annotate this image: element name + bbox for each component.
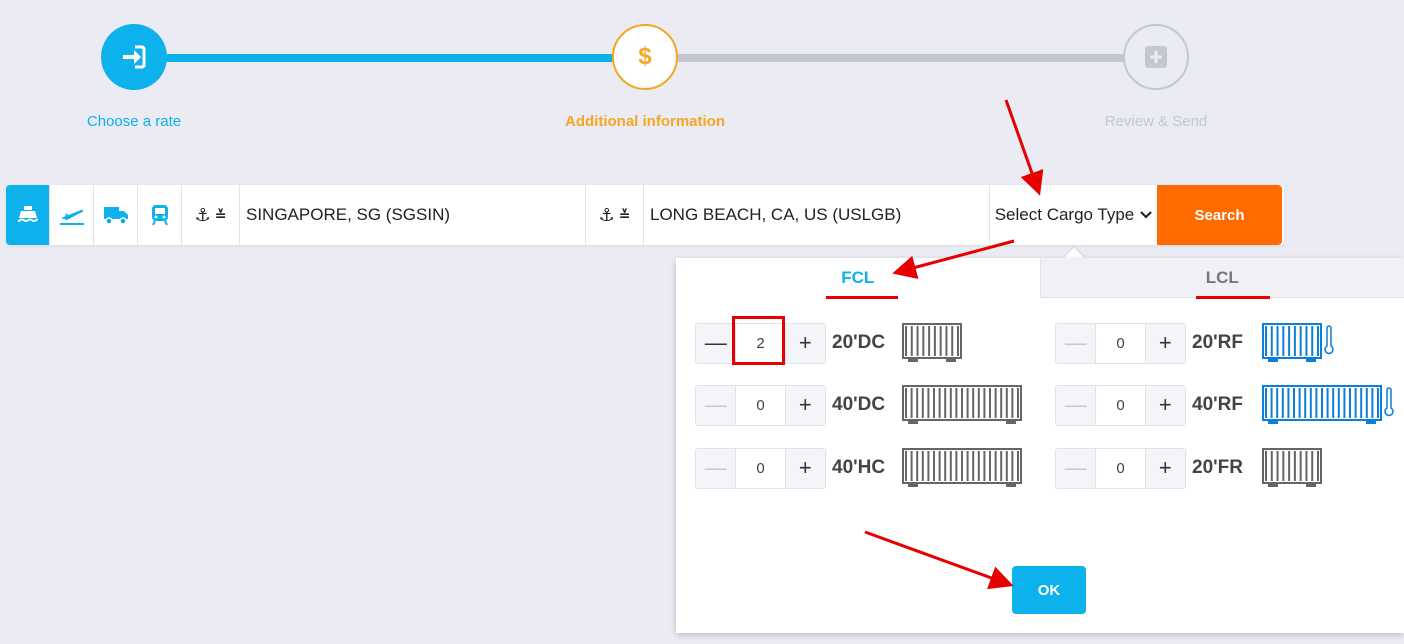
tab-lcl[interactable]: LCL (1039, 258, 1404, 298)
search-button[interactable]: Search (1157, 185, 1282, 245)
container-type-label: 40'HC (832, 457, 886, 478)
origin-input[interactable]: SINGAPORE, SG (SGSIN) (240, 185, 586, 245)
quantity-stepper: —0 + (695, 447, 826, 489)
plus-square-icon (1145, 46, 1167, 68)
quantity-stepper: —0 + (1055, 384, 1186, 426)
increment-button[interactable]: + (785, 323, 825, 363)
quantity-input[interactable]: 0 (1095, 385, 1146, 425)
step-3-circle (1123, 24, 1189, 90)
container-row: —0 +40'HC (695, 447, 1022, 489)
step-1-circle[interactable] (101, 24, 167, 90)
cargo-type-label: Select Cargo Type (994, 205, 1135, 224)
sign-in-icon (123, 45, 146, 69)
reefer-container-icon (1262, 385, 1394, 424)
step-2-label: Additional information (565, 113, 725, 130)
tab-fcl[interactable]: FCL (676, 258, 1040, 298)
dollar-icon: $ (638, 43, 652, 70)
tab-lcl-label: LCL (1205, 267, 1239, 287)
increment-button[interactable]: + (785, 385, 825, 425)
container-row: —0 +20'RF (1055, 322, 1336, 364)
increment-button[interactable]: + (785, 448, 825, 488)
container-row: —0 +20'FR (1055, 447, 1322, 489)
decrement-button[interactable]: — (696, 385, 736, 425)
progress-line-pending (646, 54, 1156, 62)
step-3-label: Review & Send (1104, 113, 1208, 130)
tab-fcl-label: FCL (841, 268, 875, 287)
truck-icon (103, 207, 128, 225)
reefer-container-icon (1262, 323, 1334, 362)
container-icon (902, 323, 962, 362)
mode-sea-button[interactable] (6, 185, 50, 245)
anchor-icon: ⚓ (194, 204, 211, 225)
annotation-highlight-box (732, 316, 785, 365)
container-type-label: 40'RF (1192, 394, 1243, 415)
container-row: —0 +40'RF (1055, 384, 1396, 426)
decrement-button[interactable]: — (1056, 385, 1096, 425)
chevron-down-icon (1140, 211, 1153, 219)
annotation-arrow-cargo (1004, 99, 1044, 196)
container-type-label: 20'FR (1192, 457, 1243, 478)
chevron-double-down-icon: ≚ (214, 206, 227, 223)
step-2-circle: $ (612, 24, 678, 90)
container-type-label: 20'DC (832, 332, 886, 353)
mode-rail-button[interactable] (138, 185, 182, 245)
increment-button[interactable]: + (1145, 448, 1185, 488)
destination-port-type-toggle[interactable]: ⚓ ≚ (586, 185, 644, 245)
container-type-label: 20'RF (1192, 332, 1243, 353)
increment-button[interactable]: + (1145, 323, 1185, 363)
quantity-input[interactable]: 0 (1095, 323, 1146, 363)
decrement-button[interactable]: — (1056, 323, 1096, 363)
increment-button[interactable]: + (1145, 385, 1185, 425)
container-icon (1262, 448, 1322, 487)
quantity-input[interactable]: 0 (1095, 448, 1146, 488)
mode-air-button[interactable] (50, 185, 94, 245)
quantity-stepper: —0 + (1055, 322, 1186, 364)
annotation-underline-lcl (1196, 296, 1270, 299)
cargo-type-select[interactable]: Select Cargo Type (990, 185, 1157, 245)
annotation-underline-fcl (826, 296, 898, 299)
container-icon (902, 448, 1022, 487)
decrement-button[interactable]: — (696, 448, 736, 488)
anchor-icon: ⚓ (598, 204, 615, 225)
train-icon (151, 205, 168, 226)
progress-line-done (134, 54, 646, 62)
plane-icon (59, 209, 84, 225)
search-bar: ⚓ ≚ SINGAPORE, SG (SGSIN) ⚓ ≚ LONG BEACH… (6, 185, 1284, 245)
ship-icon (17, 206, 38, 223)
ok-button[interactable]: OK (1012, 566, 1086, 614)
container-icon (902, 385, 1022, 424)
container-type-label: 40'DC (832, 394, 886, 415)
chevron-double-down-icon: ≚ (618, 206, 631, 223)
container-row: —0 +40'DC (695, 384, 1022, 426)
quantity-stepper: —0 + (695, 384, 826, 426)
destination-input[interactable]: LONG BEACH, CA, US (USLGB) (644, 185, 990, 245)
step-1-label[interactable]: Choose a rate (24, 113, 244, 130)
quantity-stepper: —0 + (1055, 447, 1186, 489)
quantity-input[interactable]: 0 (735, 385, 786, 425)
decrement-button[interactable]: — (1056, 448, 1096, 488)
mode-road-button[interactable] (94, 185, 138, 245)
quantity-input[interactable]: 0 (735, 448, 786, 488)
decrement-button[interactable]: — (696, 323, 736, 363)
origin-port-type-toggle[interactable]: ⚓ ≚ (182, 185, 240, 245)
